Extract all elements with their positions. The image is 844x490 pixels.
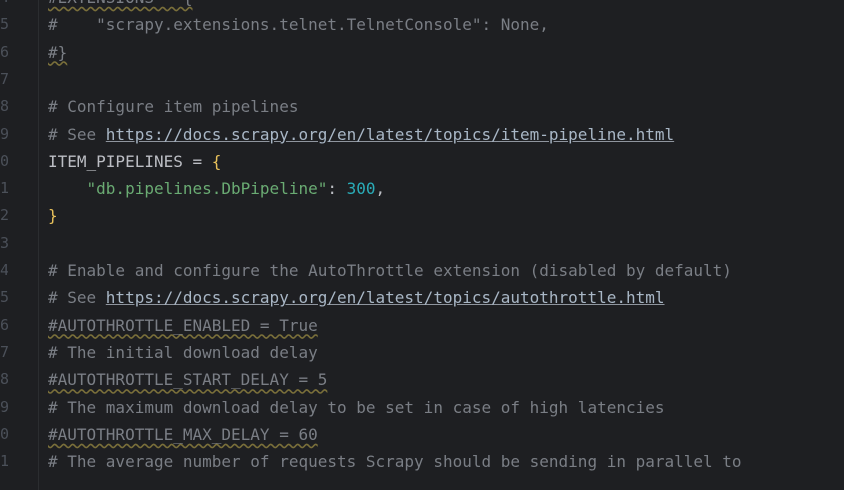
comment-token: #AUTOTHROTTLE_START_DELAY = 5 <box>48 370 328 390</box>
comment-token: # The maximum download delay to be set i… <box>48 397 665 417</box>
code-line[interactable]: 5 # See https://docs.scrapy.org/en/latest… <box>0 284 844 311</box>
code-line[interactable]: 9 # See https://docs.scrapy.org/en/latest… <box>0 121 844 148</box>
code-line[interactable]: 0 #AUTOTHROTTLE_MAX_DELAY = 60 <box>0 421 844 448</box>
line-number: 7 <box>0 342 8 361</box>
code-line[interactable]: 8 #AUTOTHROTTLE_START_DELAY = 5 <box>0 366 844 393</box>
line-number: 9 <box>0 397 8 416</box>
code-line[interactable]: 7 <box>0 66 844 93</box>
code-text: #AUTOTHROTTLE_MAX_DELAY = 60 <box>48 421 318 448</box>
line-number: 0 <box>0 151 8 170</box>
comment-token: # The average number of requests Scrapy … <box>48 452 742 472</box>
line-number: 5 <box>0 15 8 34</box>
code-token: , <box>375 179 386 199</box>
code-line[interactable]: 0 ITEM_PIPELINES = { <box>0 148 844 175</box>
code-line[interactable]: 6 #} <box>0 39 844 66</box>
code-text: # See https://docs.scrapy.org/en/latest/… <box>48 121 674 148</box>
comment-token: # See <box>48 288 106 308</box>
line-number: 1 <box>0 452 8 471</box>
code-line[interactable]: 7 # The initial download delay <box>0 339 844 366</box>
code-line[interactable]: 1 # The average number of requests Scrapy… <box>0 448 844 475</box>
line-number: 4 <box>0 0 8 11</box>
line-number: 3 <box>0 233 8 252</box>
code-line[interactable]: 5 # "scrapy.extensions.telnet.TelnetConso… <box>0 11 844 38</box>
code-text: #} <box>48 39 67 66</box>
code-token: : <box>327 179 347 199</box>
comment-token: # "scrapy.extensions.telnet.TelnetConsol… <box>48 15 549 35</box>
identifier-token: ITEM_PIPELINES <box>48 151 183 171</box>
code-text: # See https://docs.scrapy.org/en/latest/… <box>48 284 665 311</box>
code-token: = <box>182 151 212 171</box>
line-number: 1 <box>0 179 8 198</box>
code-text: #EXTENSIONS = { <box>48 0 193 11</box>
doc-link[interactable]: https://docs.scrapy.org/en/latest/topics… <box>106 125 674 144</box>
code-text: # The initial download delay <box>48 339 318 366</box>
line-number: 4 <box>0 261 8 279</box>
line-number: 5 <box>0 288 8 307</box>
code-text: #AUTOTHROTTLE_START_DELAY = 5 <box>48 366 327 393</box>
code-line[interactable]: 4 #EXTENSIONS = { <box>0 0 844 11</box>
line-number: 8 <box>0 370 8 389</box>
comment-token: #AUTOTHROTTLE_ENABLED = True <box>48 315 318 335</box>
comment-token: #} <box>48 42 68 62</box>
code-text: # The maximum download delay to be set i… <box>48 394 665 421</box>
line-number: 6 <box>0 315 8 334</box>
code-line[interactable]: 9 # The maximum download delay to be set … <box>0 394 844 421</box>
code-line[interactable]: 8 # Configure item pipelines <box>0 93 844 120</box>
code-text: } <box>48 202 58 229</box>
line-number: 6 <box>0 42 8 61</box>
code-text: # Enable and configure the AutoThrottle … <box>48 257 732 284</box>
comment-token: # Enable and configure the AutoThrottle … <box>48 261 732 280</box>
string-token: "db.pipelines.DbPipeline" <box>86 179 328 199</box>
code-line[interactable]: 4 # Enable and configure the AutoThrottle… <box>0 257 844 284</box>
code-line[interactable]: 3 <box>0 230 844 257</box>
comment-token: # Configure item pipelines <box>48 97 299 117</box>
code-editor[interactable]: 4 #EXTENSIONS = { 5 # "scrapy.extensions.te… <box>0 0 844 490</box>
number-token: 300 <box>346 179 376 199</box>
code-line[interactable]: 1 "db.pipelines.DbPipeline": 300, <box>0 175 844 202</box>
line-number: 9 <box>0 124 8 143</box>
code-text: ITEM_PIPELINES = { <box>48 148 221 175</box>
code-text: # "scrapy.extensions.telnet.TelnetConsol… <box>48 11 549 38</box>
code-line[interactable]: 6 #AUTOTHROTTLE_ENABLED = True <box>0 312 844 339</box>
code-text: # Configure item pipelines <box>48 93 298 120</box>
brace-token: } <box>48 206 58 226</box>
line-number: 0 <box>0 424 8 443</box>
comment-token: # See <box>48 124 106 144</box>
comment-token: #EXTENSIONS = { <box>48 0 193 7</box>
comment-token: # The initial download delay <box>48 342 318 362</box>
doc-link[interactable]: https://docs.scrapy.org/en/latest/topics… <box>106 288 665 307</box>
code-text: #AUTOTHROTTLE_ENABLED = True <box>48 312 318 339</box>
line-number: 7 <box>0 69 8 88</box>
code-text: "db.pipelines.DbPipeline": 300, <box>48 175 386 202</box>
code-text: # The average number of requests Scrapy … <box>48 448 742 475</box>
line-number: 8 <box>0 97 8 116</box>
comment-token: #AUTOTHROTTLE_MAX_DELAY = 60 <box>48 424 318 444</box>
brace-token: { <box>211 151 222 171</box>
line-number: 2 <box>0 206 8 225</box>
code-line[interactable]: 2} <box>0 202 844 229</box>
